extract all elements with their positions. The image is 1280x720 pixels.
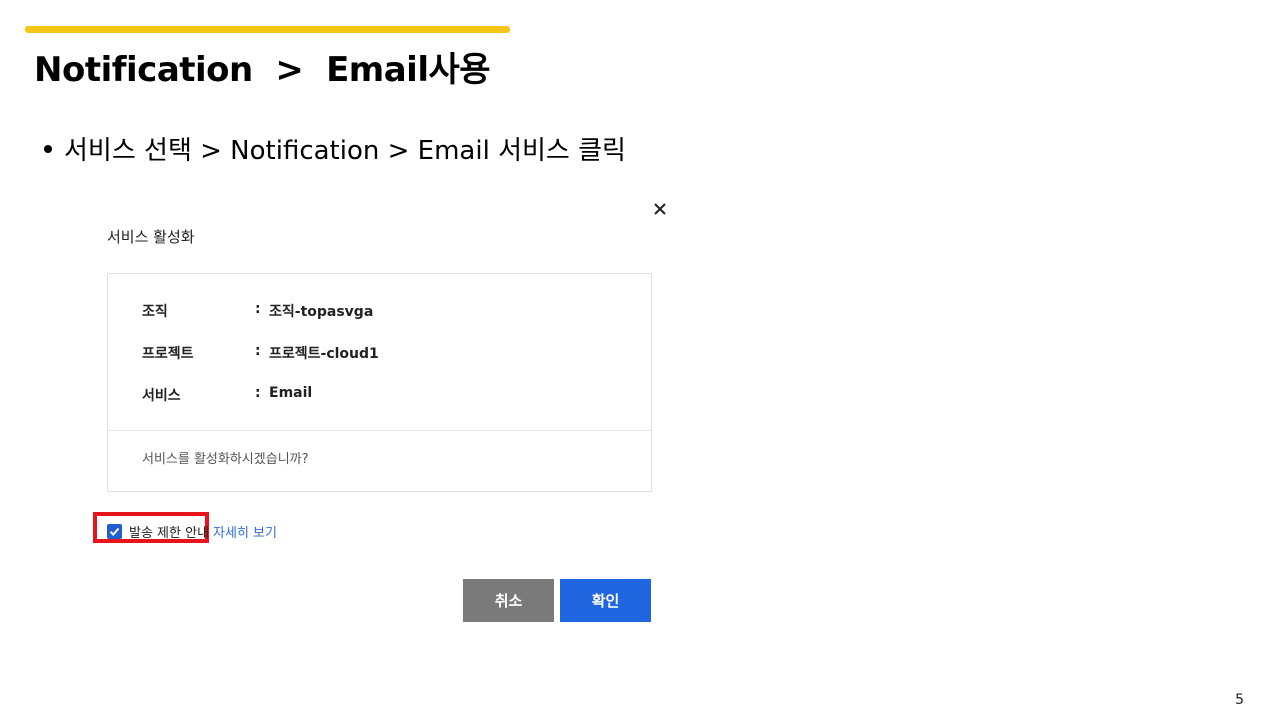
confirm-button[interactable]: 확인 [560, 579, 651, 622]
close-icon[interactable] [653, 202, 667, 216]
service-activation-dialog: 서비스 활성화 조직 : 조직-topasvga 프로젝트 : 프로젝트-clo… [93, 196, 675, 636]
send-limit-label[interactable]: 발송 제한 안내 [129, 522, 209, 541]
send-limit-checkbox-row: 발송 제한 안내 자세히 보기 [107, 522, 277, 541]
bullet-item: 서비스 선택 > Notification > Email 서비스 클릭 [44, 130, 626, 167]
info-row-service: 서비스 : Email [142, 385, 312, 405]
confirm-question: 서비스를 활성화하시겠습니까? [142, 452, 309, 467]
check-icon [109, 527, 120, 536]
divider [108, 430, 651, 431]
info-colon: : [255, 385, 261, 401]
info-label: 서비스 [142, 388, 181, 404]
info-value: 프로젝트-cloud1 [269, 346, 379, 362]
page-number: 5 [1235, 692, 1244, 708]
info-colon: : [255, 301, 261, 317]
info-colon: : [255, 343, 261, 359]
cancel-button[interactable]: 취소 [463, 579, 554, 622]
accent-bar [25, 26, 510, 33]
info-value: Email [269, 385, 313, 401]
bullet-text: 서비스 선택 > Notification > Email 서비스 클릭 [64, 136, 626, 166]
info-row-project: 프로젝트 : 프로젝트-cloud1 [142, 343, 379, 363]
dialog-title: 서비스 활성화 [107, 228, 195, 246]
slide: Notification > Email사용 서비스 선택 > Notifica… [0, 0, 1280, 720]
send-limit-checkbox[interactable] [107, 524, 122, 539]
slide-title: Notification > Email사용 [34, 50, 491, 90]
info-box: 조직 : 조직-topasvga 프로젝트 : 프로젝트-cloud1 서비스 … [107, 273, 652, 492]
info-label: 프로젝트 [142, 346, 194, 362]
info-row-organization: 조직 : 조직-topasvga [142, 301, 373, 321]
info-label: 조직 [142, 304, 168, 320]
detail-link[interactable]: 자세히 보기 [213, 522, 277, 541]
bullet-dot [44, 144, 52, 153]
info-value: 조직-topasvga [269, 304, 374, 320]
